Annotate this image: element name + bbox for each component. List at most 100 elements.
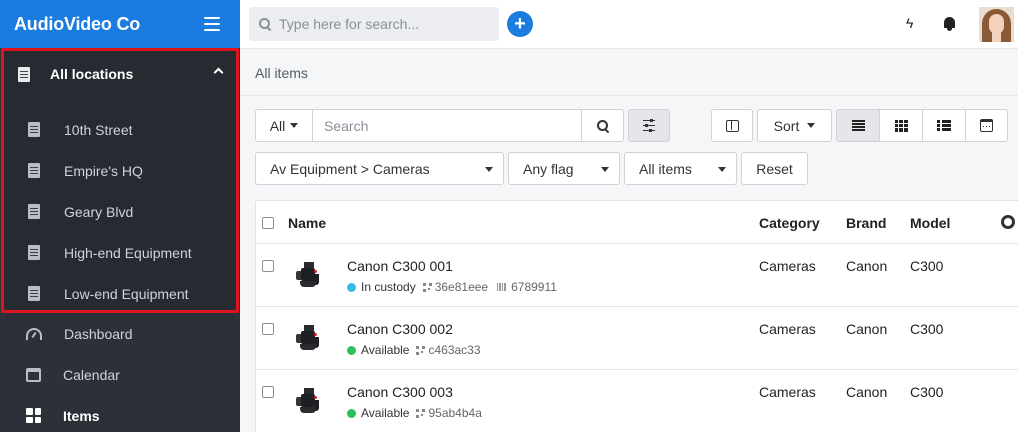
location-label: Low-end Equipment — [64, 285, 189, 302]
add-new-button[interactable]: + — [507, 11, 533, 37]
item-code: 36e81eee — [434, 280, 489, 294]
status-text: Available — [361, 406, 410, 420]
location-item[interactable]: High-end Equipment — [4, 232, 236, 273]
item-meta: In custody 36e81eee 6789911 — [347, 280, 557, 294]
camera-thumbnail — [296, 323, 322, 353]
calendar-icon — [980, 119, 993, 132]
table-row[interactable]: Canon C300 001 In custody 36e81eee 67899… — [256, 244, 1018, 307]
building-icon — [28, 163, 40, 178]
sidebar: AudioVideo Co All locations 10th Street … — [0, 0, 240, 432]
category-label: Av Equipment > Cameras — [270, 160, 430, 177]
table-header: Name Category Brand Model — [256, 201, 1018, 244]
nav-item-dashboard[interactable]: Dashboard — [0, 313, 240, 354]
global-search-input[interactable] — [279, 16, 489, 32]
list-view-icon — [851, 120, 865, 131]
nav-label: Calendar — [63, 366, 120, 383]
cell-category: Cameras — [759, 321, 816, 337]
sort-dropdown[interactable]: Sort — [757, 109, 832, 142]
reset-button[interactable]: Reset — [741, 152, 808, 185]
building-icon — [28, 286, 40, 301]
view-grid-button[interactable] — [879, 109, 923, 142]
row-checkbox[interactable] — [262, 386, 274, 398]
location-item[interactable]: Empire's HQ — [4, 150, 236, 191]
column-header-category[interactable]: Category — [759, 215, 820, 231]
brand-bar: AudioVideo Co — [0, 0, 240, 48]
qr-code-icon — [422, 282, 432, 292]
item-code: c463ac33 — [428, 343, 481, 357]
location-item[interactable]: Low-end Equipment — [4, 273, 236, 314]
sliders-icon — [643, 119, 655, 132]
cell-brand: Canon — [846, 258, 888, 274]
lightning-icon[interactable]: ϟ — [906, 15, 913, 31]
column-header-name[interactable]: Name — [288, 215, 326, 231]
app-title[interactable]: AudioVideo Co — [14, 14, 140, 35]
grid-icon — [26, 408, 41, 423]
cell-brand: Canon — [846, 321, 888, 337]
chevron-down-icon — [485, 167, 493, 172]
table-row[interactable]: Canon C300 002 Available c463ac33 Camera… — [256, 307, 1018, 370]
columns-icon — [725, 119, 739, 132]
column-settings-icon[interactable] — [1001, 215, 1015, 229]
cell-category: Cameras — [759, 384, 816, 400]
location-item[interactable]: 10th Street — [4, 109, 236, 150]
location-label: High-end Equipment — [64, 244, 192, 261]
row-checkbox[interactable] — [262, 323, 274, 335]
items-table: Name Category Brand Model Canon C300 001… — [255, 200, 1018, 432]
table-row[interactable]: Canon C300 003 Available 95ab4b4a Camera… — [256, 370, 1018, 432]
building-icon — [18, 66, 30, 82]
flag-dropdown[interactable]: Any flag — [508, 152, 620, 185]
grid-view-icon — [894, 119, 908, 132]
item-name[interactable]: Canon C300 001 — [347, 258, 453, 274]
bell-icon[interactable] — [943, 17, 956, 31]
search-button[interactable] — [581, 109, 624, 142]
building-icon — [28, 245, 40, 260]
top-bar: + ϟ — [240, 0, 1018, 49]
view-calendar-button[interactable] — [965, 109, 1008, 142]
nav-item-items[interactable]: Items — [0, 395, 240, 432]
user-avatar[interactable] — [979, 7, 1014, 42]
sort-label: Sort — [773, 117, 800, 134]
item-name[interactable]: Canon C300 002 — [347, 321, 453, 337]
items-dropdown[interactable]: All items — [624, 152, 737, 185]
calendar-icon — [26, 367, 41, 382]
main-content: All Sort Av Equipment > Cameras Any flag… — [240, 96, 1018, 432]
status-dot — [347, 408, 356, 418]
chevron-down-icon — [807, 123, 816, 128]
column-header-model[interactable]: Model — [910, 215, 950, 231]
search-input[interactable] — [313, 117, 581, 134]
location-item[interactable]: Geary Blvd — [4, 191, 236, 232]
breadcrumb: All items — [240, 49, 1018, 96]
location-label: 10th Street — [64, 121, 133, 138]
building-icon — [28, 204, 40, 219]
locations-header-label: All locations — [50, 66, 134, 82]
view-list-button[interactable] — [836, 109, 880, 142]
scope-dropdown[interactable]: All — [255, 109, 313, 142]
columns-button[interactable] — [711, 109, 753, 142]
search-field — [312, 109, 582, 142]
items-label: All items — [639, 160, 692, 177]
status-text: Available — [361, 343, 410, 357]
item-name[interactable]: Canon C300 003 — [347, 384, 453, 400]
cell-model: C300 — [910, 384, 944, 400]
camera-thumbnail — [296, 386, 322, 416]
status-dot — [347, 282, 356, 292]
chevron-down-icon — [601, 167, 609, 172]
filter-settings-button[interactable] — [628, 109, 670, 142]
column-header-brand[interactable]: Brand — [846, 215, 886, 231]
locations-toggle[interactable]: All locations — [4, 51, 236, 97]
hamburger-menu-icon[interactable] — [204, 17, 220, 31]
item-code: 95ab4b4a — [428, 406, 482, 420]
select-all-checkbox[interactable] — [262, 217, 274, 229]
dashboard-icon — [26, 327, 42, 340]
main-nav: Dashboard Calendar Items — [0, 313, 240, 432]
view-table-button[interactable] — [922, 109, 966, 142]
table-view-icon — [937, 120, 951, 131]
locations-panel: All locations 10th Street Empire's HQ Ge… — [1, 48, 239, 313]
search-icon — [596, 119, 609, 132]
item-meta: Available 95ab4b4a — [347, 406, 482, 420]
row-checkbox[interactable] — [262, 260, 274, 272]
scope-label: All — [269, 117, 286, 134]
category-dropdown[interactable]: Av Equipment > Cameras — [255, 152, 504, 185]
nav-item-calendar[interactable]: Calendar — [0, 354, 240, 395]
status-text: In custody — [361, 280, 416, 294]
